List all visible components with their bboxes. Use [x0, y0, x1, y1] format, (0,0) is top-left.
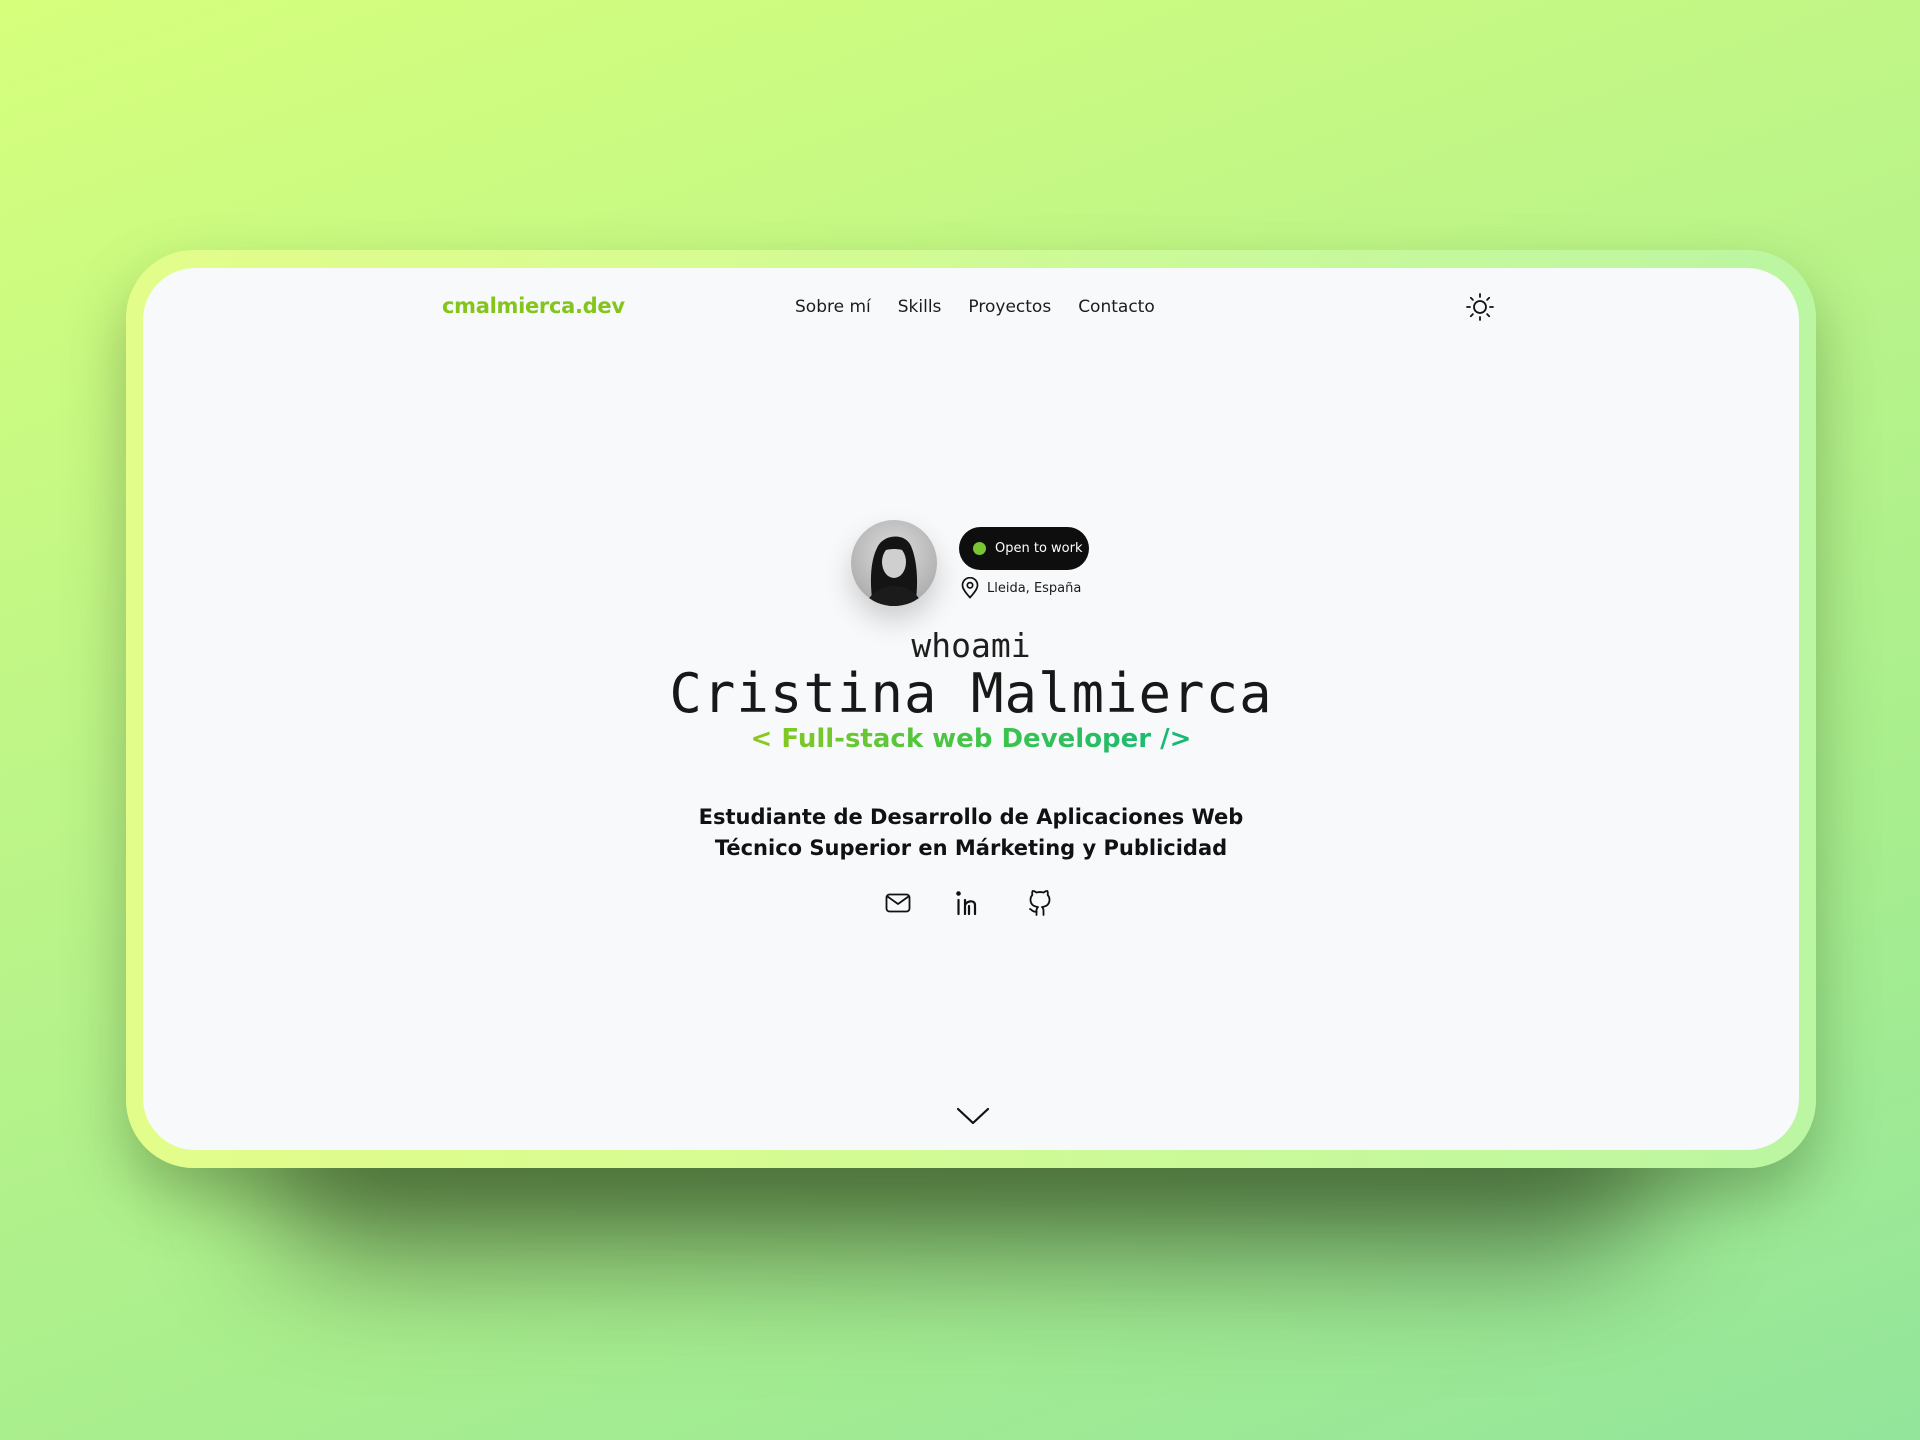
email-link[interactable] [883, 888, 913, 918]
linkedin-link[interactable] [954, 888, 984, 918]
map-pin-icon [961, 577, 979, 599]
linkedin-icon [956, 891, 977, 916]
nav-item-proyectos[interactable]: Proyectos [968, 297, 1051, 317]
location-label: Lleida, España [987, 580, 1082, 596]
github-link[interactable] [1025, 888, 1055, 918]
status-badge-label: Open to work [995, 541, 1083, 556]
description-line-2: Técnico Superior en Márketing y Publicid… [714, 836, 1228, 860]
scroll-down-button[interactable] [955, 1104, 991, 1128]
chevron-down-icon [956, 1107, 990, 1125]
browser-viewport: cmalmierca.dev Sobre mí Skills Proyectos… [143, 268, 1799, 1150]
mail-icon [885, 893, 911, 913]
role-subtitle: < Full-stack web Developer /> [143, 724, 1799, 754]
main-nav: Sobre mí Skills Proyectos Contacto [795, 297, 1182, 317]
description-line-1: Estudiante de Desarrollo de Aplicaciones… [698, 805, 1244, 829]
page-title: Cristina Malmierca [669, 662, 1273, 725]
theme-toggle-button[interactable] [1465, 292, 1495, 322]
social-links [883, 888, 1096, 918]
description: Estudiante de Desarrollo de Aplicaciones… [143, 802, 1799, 864]
nav-item-sobre-mi[interactable]: Sobre mí [795, 297, 871, 317]
nav-item-skills[interactable]: Skills [898, 297, 942, 317]
site-logo[interactable]: cmalmierca.dev [442, 294, 625, 318]
role-text: < Full-stack web Developer /> [750, 724, 1192, 754]
sun-icon [1466, 293, 1494, 321]
whoami-label: whoami [911, 626, 1031, 665]
location: Lleida, España [960, 577, 1081, 599]
status-dot [973, 542, 986, 555]
nav-item-contacto[interactable]: Contacto [1078, 297, 1155, 317]
github-icon [1029, 890, 1051, 916]
status-badge: Open to work [959, 527, 1089, 570]
avatar [851, 520, 937, 606]
